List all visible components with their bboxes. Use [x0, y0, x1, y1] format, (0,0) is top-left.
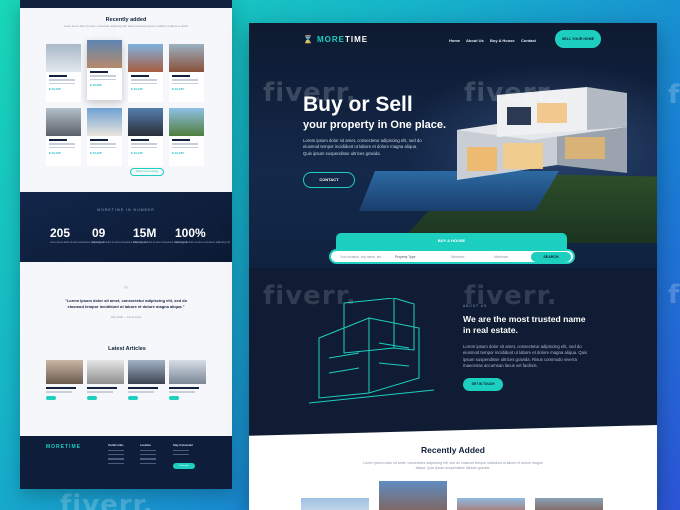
site-logo[interactable]: ⌛ MORETIME [303, 35, 368, 44]
testimonial-author: John Smith — Lorem Ipsum [110, 316, 142, 319]
listing-card[interactable]: $ 13,125 [87, 108, 122, 166]
section-title: Recently added [105, 17, 147, 23]
subscribe-button[interactable]: Subscribe [173, 463, 195, 469]
about-heading: We are the most trusted name in real est… [463, 314, 586, 335]
listing-image[interactable] [457, 498, 525, 510]
building-outline-illustration [309, 298, 435, 404]
latest-articles: Latest Articles [46, 346, 208, 400]
testimonial: “ "Lorem ipsum dolor sit amet, consectet… [20, 282, 232, 319]
stat-item: 100% Lorem ipsum dolor sit amet consectet… [175, 226, 230, 244]
article-card[interactable] [46, 360, 83, 408]
quote-mark-icon: “ [123, 282, 129, 298]
footer: MORETIME Useful Links Location Stay Conn… [20, 436, 232, 489]
listing-card[interactable]: $ 13,125 [128, 44, 163, 102]
max-price-select[interactable]: Maximum [494, 255, 508, 259]
hourglass-icon: ⌛ [303, 35, 314, 44]
min-price-select[interactable]: Minimum [451, 255, 464, 259]
contact-button[interactable]: CONTACT [303, 172, 355, 188]
watermark-text: fiverr. [668, 80, 680, 110]
listing-image[interactable] [301, 498, 369, 510]
nav-buy[interactable]: Buy A House [490, 38, 515, 43]
hero-section: ⌛ MORETIME Home About Us Buy A House Cont… [249, 23, 657, 268]
about-text: Lorem ipsum dolor sit amet, consectetur … [463, 344, 588, 368]
watermark-text: fiverr. [263, 78, 357, 108]
top-band [20, 0, 232, 8]
left-page-preview: Recently added Lorem ipsum dolor sit ame… [20, 0, 232, 489]
listing-card[interactable]: $ 13,125 [169, 108, 204, 166]
watermark-text: fiverr. [60, 490, 154, 510]
hero-text: Lorem ipsum dolor sit amet, consectetur … [303, 138, 422, 156]
show-more-button[interactable]: Show more Listings [130, 168, 164, 176]
main-page-preview: ⌛ MORETIME Home About Us Buy A House Cont… [249, 23, 657, 510]
stats-caption: MORETIME IN NUMBER [97, 208, 155, 212]
footer-column: Location [140, 444, 156, 464]
buy-house-tab[interactable]: BUY A HOUSE [336, 233, 567, 250]
nav-contact[interactable]: Contact [521, 38, 536, 43]
property-type-select[interactable]: Property Type [395, 255, 415, 259]
watermark-text: fiverr. [464, 78, 558, 108]
watermark-text: fiverr. [668, 280, 680, 310]
section-subtitle: Lorem ipsum dolor sit amet, consectetur … [63, 25, 189, 28]
get-in-touch-button[interactable]: GET IN TOUCH [463, 378, 503, 391]
sell-home-button[interactable]: SELL YOUR HOME [555, 30, 601, 48]
watermark-text: fiverr. [263, 281, 357, 311]
recently-added-section: Recently Added Lorem ipsum dolor sit ame… [249, 425, 657, 510]
nav-home[interactable]: Home [449, 38, 460, 43]
search-button[interactable]: SEARCH [531, 252, 571, 262]
stats-band: MORETIME IN NUMBER 205 Lorem ipsum dolor … [20, 192, 232, 262]
recent-title: Recently Added [421, 445, 485, 455]
footer-logo: MORETIME [46, 444, 81, 450]
hero-subtitle: your property in One place. [303, 119, 447, 131]
recent-subtitle: Lorem ipsum dolor sit amet, consectetur … [363, 461, 543, 470]
listing-image[interactable] [379, 481, 447, 510]
article-card[interactable] [169, 360, 206, 408]
recently-added-section: Recently added Lorem ipsum dolor sit ame… [20, 17, 232, 28]
article-card[interactable] [128, 360, 165, 408]
nav-about[interactable]: About Us [466, 38, 484, 43]
testimonial-text: "Lorem ipsum dolor sit amet, consectetur… [64, 298, 188, 309]
listing-card[interactable]: $ 13,125 [46, 44, 81, 102]
articles-title: Latest Articles [108, 346, 146, 352]
listing-card[interactable]: $ 13,125 [128, 108, 163, 166]
listing-card[interactable]: $ 13,125 [169, 44, 204, 102]
article-card[interactable] [87, 360, 124, 408]
location-input[interactable]: Your location, city name, etc. [340, 255, 382, 259]
listing-image[interactable] [535, 498, 603, 510]
footer-column: Useful Links [108, 444, 124, 464]
watermark-text: fiverr. [464, 281, 558, 311]
listing-card[interactable]: $ 13,125 [46, 108, 81, 166]
listing-card[interactable]: $ 15,525 [87, 40, 122, 100]
footer-column: Stay Connected [173, 444, 193, 456]
search-bar: Your location, city name, etc. Property … [329, 249, 575, 264]
